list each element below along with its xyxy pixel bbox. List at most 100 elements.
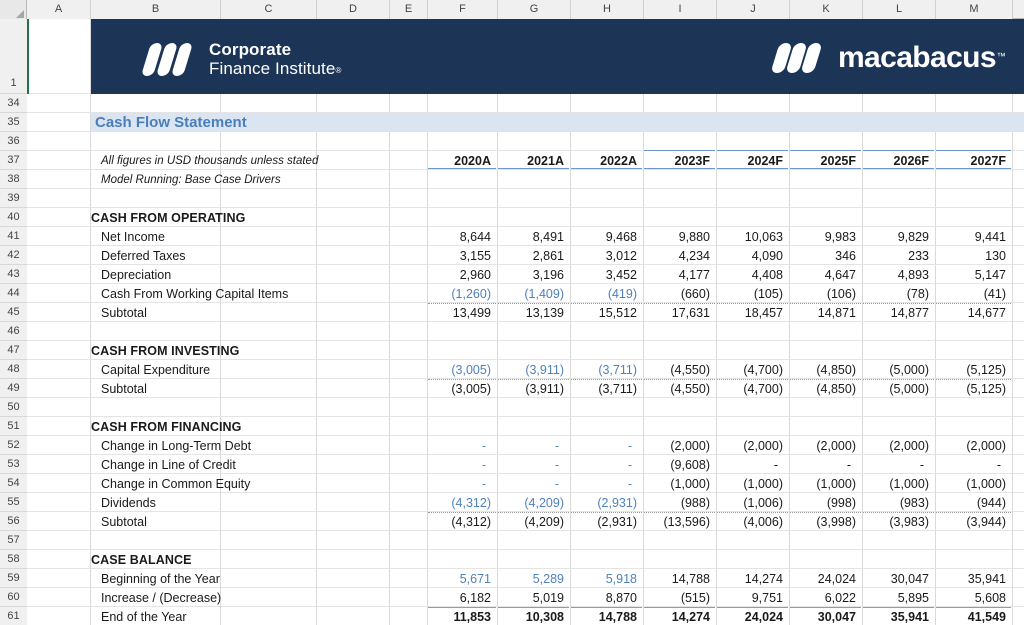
row-header-36[interactable]: 36 [0, 132, 27, 151]
cell-K49[interactable]: (4,850) [790, 380, 856, 399]
cell-L49[interactable]: (5,000) [863, 380, 929, 399]
cell-I53[interactable]: (9,608) [644, 456, 710, 475]
cell-L59[interactable]: 30,047 [863, 570, 929, 589]
cell-I60[interactable]: (515) [644, 589, 710, 608]
cell-J61[interactable]: 24,024 [717, 608, 783, 625]
cell-M44[interactable]: (41) [936, 285, 1006, 304]
cell-H60[interactable]: 8,870 [571, 589, 637, 608]
row-header-41[interactable]: 41 [0, 227, 27, 246]
row-header-40[interactable]: 40 [0, 208, 27, 227]
row-header-61[interactable]: 61 [0, 607, 27, 625]
cell-L56[interactable]: (3,983) [863, 513, 929, 532]
cell-H41[interactable]: 9,468 [571, 228, 637, 247]
row-header-48[interactable]: 48 [0, 360, 27, 379]
cell-L53[interactable]: - [863, 456, 929, 475]
column-header-a[interactable]: A [27, 0, 91, 19]
column-header-g[interactable]: G [498, 0, 571, 19]
cell-G43[interactable]: 3,196 [498, 266, 564, 285]
cell-J56[interactable]: (4,006) [717, 513, 783, 532]
cell-G42[interactable]: 2,861 [498, 247, 564, 266]
cell-I52[interactable]: (2,000) [644, 437, 710, 456]
cell-K41[interactable]: 9,983 [790, 228, 856, 247]
cell-H48[interactable]: (3,711) [571, 361, 637, 380]
cell-M43[interactable]: 5,147 [936, 266, 1006, 285]
cell-M61[interactable]: 41,549 [936, 608, 1006, 625]
cell-L48[interactable]: (5,000) [863, 361, 929, 380]
cell-H53[interactable]: - [571, 456, 637, 475]
cell-I48[interactable]: (4,550) [644, 361, 710, 380]
cell-F52[interactable]: - [428, 437, 491, 456]
cell-L44[interactable]: (78) [863, 285, 929, 304]
cell-G55[interactable]: (4,209) [498, 494, 564, 513]
cell-K61[interactable]: 30,047 [790, 608, 856, 625]
cell-J43[interactable]: 4,408 [717, 266, 783, 285]
cell-F61[interactable]: 11,853 [428, 608, 491, 625]
cell-G44[interactable]: (1,409) [498, 285, 564, 304]
cell-H52[interactable]: - [571, 437, 637, 456]
cell-K56[interactable]: (3,998) [790, 513, 856, 532]
cell-L41[interactable]: 9,829 [863, 228, 929, 247]
row-header-43[interactable]: 43 [0, 265, 27, 284]
cell-H44[interactable]: (419) [571, 285, 637, 304]
cell-G49[interactable]: (3,911) [498, 380, 564, 399]
cell-M45[interactable]: 14,677 [936, 304, 1006, 323]
cell-H61[interactable]: 14,788 [571, 608, 637, 625]
cell-G41[interactable]: 8,491 [498, 228, 564, 247]
cell-H49[interactable]: (3,711) [571, 380, 637, 399]
cell-G61[interactable]: 10,308 [498, 608, 564, 625]
row-header-51[interactable]: 51 [0, 417, 27, 436]
row-header-44[interactable]: 44 [0, 284, 27, 303]
row-header-1[interactable]: 1 [0, 19, 27, 94]
cell-J60[interactable]: 9,751 [717, 589, 783, 608]
cell-I59[interactable]: 14,788 [644, 570, 710, 589]
cell-K42[interactable]: 346 [790, 247, 856, 266]
cell-J41[interactable]: 10,063 [717, 228, 783, 247]
cell-J59[interactable]: 14,274 [717, 570, 783, 589]
cell-J52[interactable]: (2,000) [717, 437, 783, 456]
row-header-34[interactable]: 34 [0, 94, 27, 113]
cell-J42[interactable]: 4,090 [717, 247, 783, 266]
row-header-46[interactable]: 46 [0, 322, 27, 341]
cell-K45[interactable]: 14,871 [790, 304, 856, 323]
cell-H56[interactable]: (2,931) [571, 513, 637, 532]
cell-G53[interactable]: - [498, 456, 564, 475]
cell-M53[interactable]: - [936, 456, 1006, 475]
row-header-57[interactable]: 57 [0, 531, 27, 550]
cell-F59[interactable]: 5,671 [428, 570, 491, 589]
cell-I45[interactable]: 17,631 [644, 304, 710, 323]
cell-L42[interactable]: 233 [863, 247, 929, 266]
cell-M54[interactable]: (1,000) [936, 475, 1006, 494]
cell-G54[interactable]: - [498, 475, 564, 494]
cell-F53[interactable]: - [428, 456, 491, 475]
cell-L45[interactable]: 14,877 [863, 304, 929, 323]
cell-G59[interactable]: 5,289 [498, 570, 564, 589]
cell-L61[interactable]: 35,941 [863, 608, 929, 625]
cell-G56[interactable]: (4,209) [498, 513, 564, 532]
cell-L55[interactable]: (983) [863, 494, 929, 513]
cell-F56[interactable]: (4,312) [428, 513, 491, 532]
row-header-38[interactable]: 38 [0, 170, 27, 189]
cell-K59[interactable]: 24,024 [790, 570, 856, 589]
row-header-37[interactable]: 37 [0, 151, 27, 170]
row-header-35[interactable]: 35 [0, 113, 27, 132]
row-header-60[interactable]: 60 [0, 588, 27, 607]
column-header-i[interactable]: I [644, 0, 717, 19]
column-header-f[interactable]: F [428, 0, 498, 19]
cell-H54[interactable]: - [571, 475, 637, 494]
cell-I49[interactable]: (4,550) [644, 380, 710, 399]
cell-I41[interactable]: 9,880 [644, 228, 710, 247]
row-header-47[interactable]: 47 [0, 341, 27, 360]
row-header-56[interactable]: 56 [0, 512, 27, 531]
cell-K43[interactable]: 4,647 [790, 266, 856, 285]
cell-F44[interactable]: (1,260) [428, 285, 491, 304]
cell-F41[interactable]: 8,644 [428, 228, 491, 247]
cell-K44[interactable]: (106) [790, 285, 856, 304]
column-header-b[interactable]: B [91, 0, 221, 19]
cell-I54[interactable]: (1,000) [644, 475, 710, 494]
row-header-52[interactable]: 52 [0, 436, 27, 455]
cell-F49[interactable]: (3,005) [428, 380, 491, 399]
cell-J55[interactable]: (1,006) [717, 494, 783, 513]
column-header-m[interactable]: M [936, 0, 1013, 19]
cell-F43[interactable]: 2,960 [428, 266, 491, 285]
row-header-39[interactable]: 39 [0, 189, 27, 208]
